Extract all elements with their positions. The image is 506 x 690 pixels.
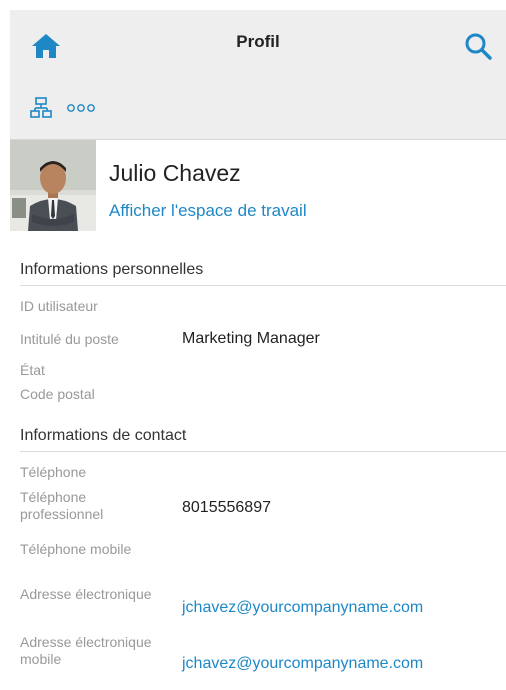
field-value-email[interactable]: jchavez@yourcompanyname.com	[182, 599, 423, 617]
field-value-mobile-email[interactable]: jchavez@yourcompanyname.com	[182, 655, 423, 673]
field-label-phone: Téléphone	[20, 464, 87, 480]
view-workspace-link[interactable]: Afficher l'espace de travail	[109, 201, 307, 221]
more-options-button[interactable]	[63, 94, 99, 122]
org-chart-icon	[30, 97, 52, 118]
field-label-mobile-phone: Téléphone mobile	[20, 541, 132, 557]
field-label-email: Adresse électronique	[20, 586, 152, 602]
field-value-job-title: Marketing Manager	[182, 330, 320, 347]
profile-card: Julio Chavez Afficher l'espace de travai…	[10, 140, 506, 232]
search-icon	[465, 33, 492, 60]
field-label-state: État	[20, 362, 45, 378]
contact-info-heading: Informations de contact	[20, 427, 506, 452]
field-value-work-phone[interactable]: 8015556897	[182, 499, 271, 517]
page-title: Profil	[236, 32, 280, 51]
org-chart-button[interactable]	[27, 94, 55, 122]
app-header: Profil	[10, 10, 506, 82]
field-label-work-phone: Téléphone professionnel	[20, 489, 104, 522]
field-label-user-id: ID utilisateur	[20, 298, 98, 314]
avatar-photo	[10, 140, 96, 231]
toolbar	[10, 82, 506, 140]
more-options-icon	[67, 104, 95, 112]
search-button[interactable]	[460, 28, 496, 64]
avatar[interactable]	[10, 140, 96, 231]
personal-info-heading: Informations personnelles	[20, 261, 506, 286]
field-label-postal-code: Code postal	[20, 386, 95, 402]
profile-name: Julio Chavez	[109, 160, 241, 186]
field-label-mobile-email: Adresse électronique mobile	[20, 634, 152, 667]
field-label-job-title: Intitulé du poste	[20, 331, 119, 347]
